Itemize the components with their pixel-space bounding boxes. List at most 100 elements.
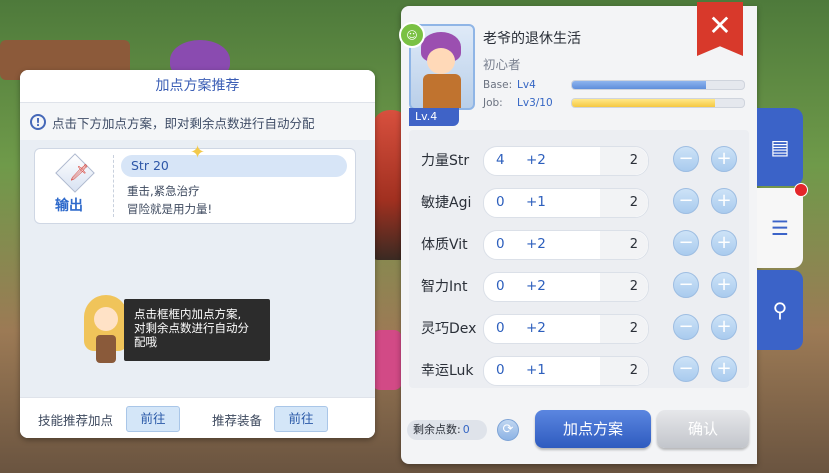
base-level-row: Base: Lv4 (483, 78, 565, 92)
stats-list: 力量Str 4 +2 2 − + 敏捷Agi 0 +1 2 − + 体质Vit … (409, 130, 749, 388)
equip-goto-button[interactable]: 前往 (274, 406, 328, 432)
class-badge-icon: ☺ (399, 22, 425, 48)
confirm-button[interactable]: 确认 (657, 410, 749, 448)
stat-cost: 2 (600, 147, 648, 175)
panel-footer: 技能推荐加点 前往 推荐装备 前往 (20, 397, 375, 438)
plan-list: 🗡 输出 Str 20 重击,紧急治疗 冒险就是用力量! ✦ 点击框框内加点方案… (20, 140, 375, 438)
skill-recommend-label: 技能推荐加点 (38, 413, 114, 428)
plan-stat: Str 20 (121, 155, 347, 177)
tab-clipboard[interactable]: ▤ (757, 108, 803, 186)
attribute-panel: ☺ Lv.4 老爷的退休生活 初心者 Base: Lv4 Job: Lv3/10 力… (399, 6, 757, 464)
job-level-row: Job: Lv3/10 (483, 96, 565, 110)
info-icon: ! (30, 114, 46, 130)
plus-icon[interactable]: + (711, 356, 737, 382)
stat-value-field: 0 +1 2 (483, 356, 649, 386)
job-level: Lv3/10 (517, 97, 553, 109)
sword-icon: 🗡 (69, 163, 90, 182)
plan-desc-line2: 冒险就是用力量! (127, 202, 213, 216)
stat-base: 0 (496, 278, 505, 294)
stat-value-field: 0 +2 2 (483, 272, 649, 302)
stat-base: 4 (496, 152, 505, 168)
stat-add: +2 (526, 278, 546, 294)
background-character-2 (372, 330, 402, 390)
stat-add: +2 (526, 236, 546, 252)
minus-icon[interactable]: − (673, 356, 699, 382)
stat-row-int: 智力Int 0 +2 2 − + (409, 264, 749, 306)
stat-base: 0 (496, 320, 505, 336)
minus-icon[interactable]: − (673, 230, 699, 256)
base-exp-fill (572, 81, 707, 89)
stat-value-field: 0 +2 2 (483, 314, 649, 344)
tab-hierarchy[interactable]: ⚲ (757, 270, 803, 350)
minus-icon[interactable]: − (673, 146, 699, 172)
hint-text: 点击下方加点方案，即对剩余点数进行自动分配 (52, 115, 315, 131)
tooltip-line2: 对剩余点数进行自动分 (134, 321, 249, 335)
job-label: Job: (483, 97, 503, 109)
stat-cost: 2 (600, 273, 648, 301)
stat-cost: 2 (600, 189, 648, 217)
stat-base: 0 (496, 362, 505, 378)
stat-name: 体质Vit (421, 237, 468, 253)
panel-title: 加点方案推荐 (20, 70, 375, 103)
base-exp-bar (571, 80, 745, 90)
tooltip-line3: 配哦 (134, 335, 157, 349)
job-exp-fill (572, 99, 715, 107)
stat-name: 灵巧Dex (421, 321, 477, 337)
tooltip-line1: 点击框框内加点方案, (134, 307, 242, 321)
tab-attributes[interactable]: ☰ (757, 188, 803, 268)
stat-value-field: 0 +2 2 (483, 230, 649, 260)
hierarchy-icon: ⚲ (772, 298, 788, 322)
character-name: 老爷的退休生活 (483, 31, 581, 47)
stat-name: 智力Int (421, 279, 468, 295)
stat-base: 0 (496, 236, 505, 252)
stat-row-vit: 体质Vit 0 +2 2 − + (409, 222, 749, 264)
minus-icon[interactable]: − (673, 314, 699, 340)
plan-button[interactable]: 加点方案 (535, 410, 651, 448)
guide-character (84, 295, 128, 365)
guide-tooltip: 点击框框内加点方案, 对剩余点数进行自动分 配哦 (124, 299, 270, 361)
job-exp-bar (571, 98, 745, 108)
stat-cost: 2 (600, 315, 648, 343)
recommend-plan-panel: 加点方案推荐 ! 点击下方加点方案，即对剩余点数进行自动分配 🗡 输出 Str … (20, 70, 375, 438)
stat-add: +1 (526, 362, 546, 378)
stat-add: +2 (526, 320, 546, 336)
plan-role-box: 🗡 输出 (41, 153, 114, 217)
stat-name: 力量Str (421, 153, 470, 169)
remaining-value: 0 (462, 423, 470, 436)
stat-cost: 2 (600, 357, 648, 385)
equip-recommend-label: 推荐装备 (212, 413, 263, 428)
plus-icon[interactable]: + (711, 146, 737, 172)
stat-base: 0 (496, 194, 505, 210)
stat-add: +2 (526, 152, 546, 168)
plus-icon[interactable]: + (711, 272, 737, 298)
stat-row-agi: 敏捷Agi 0 +1 2 − + (409, 180, 749, 222)
plus-icon[interactable]: + (711, 314, 737, 340)
plan-role: 输出 (55, 198, 83, 214)
minus-icon[interactable]: − (673, 188, 699, 214)
minus-icon[interactable]: − (673, 272, 699, 298)
clipboard-icon: ▤ (770, 135, 790, 159)
plus-icon[interactable]: + (711, 188, 737, 214)
stat-row-luk: 幸运Luk 0 +1 2 − + (409, 348, 749, 390)
skill-goto-button[interactable]: 前往 (126, 406, 180, 432)
stat-value-field: 4 +2 2 (483, 146, 649, 176)
hint-row: ! 点击下方加点方案，即对剩余点数进行自动分配 (30, 107, 365, 137)
reset-icon[interactable]: ⟳ (497, 419, 519, 441)
base-label: Base: (483, 79, 513, 91)
sliders-icon: ☰ (771, 216, 789, 240)
stat-row-str: 力量Str 4 +2 2 − + (409, 138, 749, 180)
stat-cost: 2 (600, 231, 648, 259)
bottom-bar: 剩余点数: 0 ⟳ 加点方案 确认 (401, 406, 757, 464)
base-level: Lv4 (517, 79, 536, 91)
remaining-points: 剩余点数: 0 (407, 420, 487, 440)
sparkle-icon: ✦ (190, 142, 206, 163)
stat-add: +1 (526, 194, 546, 210)
remaining-label: 剩余点数: (413, 423, 461, 436)
notification-dot (794, 183, 808, 197)
level-badge: Lv.4 (409, 108, 459, 126)
plan-desc-line1: 重击,紧急治疗 (127, 184, 200, 198)
stat-row-dex: 灵巧Dex 0 +2 2 − + (409, 306, 749, 348)
stat-name: 幸运Luk (421, 363, 474, 379)
character-class: 初心者 (483, 57, 521, 72)
plus-icon[interactable]: + (711, 230, 737, 256)
